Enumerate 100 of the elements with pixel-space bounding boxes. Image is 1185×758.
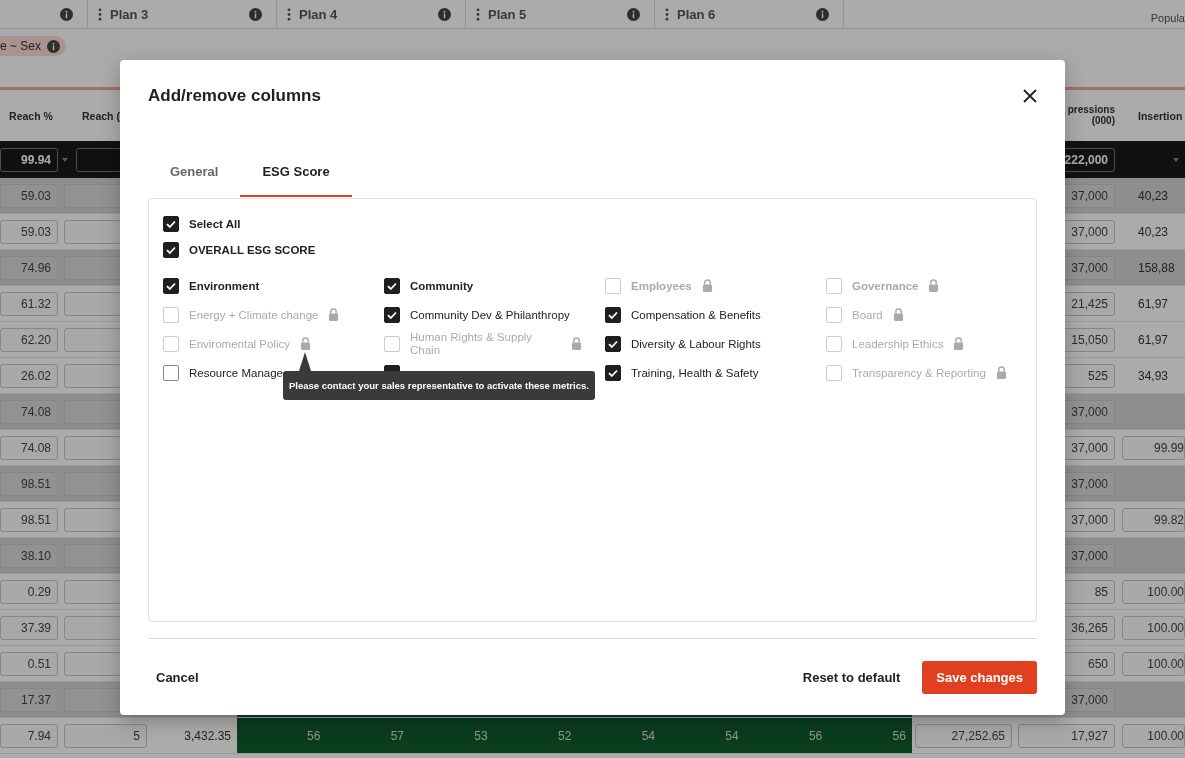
- column-menu-icon[interactable]: [665, 7, 669, 21]
- column-header[interactable]: Reach (: [82, 109, 120, 122]
- info-icon[interactable]: [627, 7, 640, 21]
- checkbox[interactable]: [605, 306, 621, 323]
- checkbox-label: Board: [852, 308, 883, 321]
- checkbox-label: Employees: [631, 279, 692, 292]
- checkbox-label: Select All: [189, 217, 241, 230]
- table-cell: 56: [808, 728, 823, 743]
- checkbox[interactable]: [384, 277, 400, 294]
- reset-button[interactable]: Reset to default: [794, 661, 909, 693]
- checkbox[interactable]: [605, 364, 621, 381]
- checkbox-label: Leadership Ethics: [852, 337, 944, 350]
- caret-icon[interactable]: [1173, 157, 1179, 162]
- column-menu-icon[interactable]: [98, 7, 102, 21]
- info-icon[interactable]: [47, 39, 61, 53]
- value-field[interactable]: 7.94: [0, 723, 58, 748]
- lock-icon[interactable]: [571, 337, 582, 351]
- value-field[interactable]: 17,927: [1018, 723, 1115, 748]
- table-cell: 54: [725, 728, 739, 743]
- value-field[interactable]: 0.51: [0, 651, 58, 676]
- value-field[interactable]: 99.94: [0, 147, 58, 172]
- value-field[interactable]: 98.51: [0, 507, 58, 532]
- value-field[interactable]: 100.00: [1122, 723, 1185, 748]
- value-field[interactable]: 99.99: [1122, 435, 1185, 460]
- checkbox-label: Diversity & Labour Rights: [631, 337, 761, 350]
- column-menu-icon[interactable]: [476, 7, 480, 21]
- value-field[interactable]: 59.03: [0, 183, 58, 208]
- info-icon[interactable]: [816, 7, 829, 21]
- table-cell: 52: [557, 728, 572, 743]
- value-field[interactable]: 0.29: [0, 579, 58, 604]
- lock-icon[interactable]: [300, 337, 311, 351]
- value-field[interactable]: 100.00: [1122, 579, 1185, 604]
- value-field[interactable]: 62.20: [0, 327, 58, 352]
- table-cell: 3,432.35: [184, 728, 231, 743]
- checkbox[interactable]: [163, 241, 179, 258]
- column-header[interactable]: pressions (000): [1067, 104, 1115, 126]
- value-field[interactable]: 74.96: [0, 255, 58, 280]
- dialog-title: Add/remove columns: [148, 85, 321, 106]
- checkbox-label: Training, Health & Safety: [631, 366, 759, 379]
- value-field[interactable]: 5: [64, 723, 147, 748]
- checkbox[interactable]: [163, 215, 179, 232]
- plan-header: Plan 6: [677, 6, 717, 22]
- tab[interactable]: General: [148, 148, 241, 197]
- value-field[interactable]: 59.03: [0, 219, 58, 244]
- value-field[interactable]: 17.37: [0, 687, 58, 712]
- checkbox-label: Community Dev & Philanthropy: [410, 308, 570, 321]
- table-cell: 54: [641, 728, 655, 743]
- checkbox[interactable]: [163, 364, 179, 381]
- checkbox-label: Enviromental Policy: [189, 337, 290, 350]
- lock-icon[interactable]: [995, 366, 1007, 380]
- checkbox-label: Compensation & Benefits: [631, 308, 761, 321]
- checkbox-label: Governance: [852, 279, 919, 292]
- value-field[interactable]: 99.82: [1122, 507, 1185, 532]
- lock-icon[interactable]: [328, 308, 340, 322]
- checkbox-label: Human Rights & Supply Chain: [410, 331, 534, 357]
- tooltip: Please contact your sales representative to activate these metrics.: [283, 371, 595, 401]
- table-cell: 40,23: [1138, 188, 1169, 203]
- value-field[interactable]: 98.51: [0, 471, 58, 496]
- lock-icon[interactable]: [928, 279, 940, 293]
- checkbox[interactable]: [605, 335, 621, 352]
- table-cell: 40,23: [1138, 224, 1169, 239]
- checkbox[interactable]: [384, 306, 400, 323]
- value-field[interactable]: 100.00: [1122, 615, 1185, 640]
- value-field[interactable]: 61.32: [0, 291, 58, 316]
- checkbox[interactable]: [163, 277, 179, 294]
- value-field[interactable]: 37.39: [0, 615, 58, 640]
- column-note: Popula: [1150, 12, 1185, 24]
- checkbox-label: Resource Manage: [189, 366, 283, 379]
- save-button[interactable]: Save changes: [922, 660, 1037, 694]
- plan-header: Plan 3: [110, 6, 150, 22]
- value-field[interactable]: 26.02: [0, 363, 58, 388]
- value-field[interactable]: 100.00: [1122, 651, 1185, 676]
- table-cell: 53: [474, 728, 488, 743]
- lock-icon[interactable]: [701, 279, 713, 293]
- filter-chip[interactable]: e ~ Sex: [0, 36, 67, 56]
- column-header[interactable]: Reach %: [9, 109, 53, 122]
- column-menu-icon[interactable]: [287, 7, 291, 21]
- table-cell: 61,97: [1138, 296, 1169, 311]
- value-field[interactable]: 74.08: [0, 399, 58, 424]
- lock-icon[interactable]: [892, 308, 904, 322]
- table-cell: 61,97: [1138, 332, 1169, 347]
- info-icon[interactable]: [249, 7, 262, 21]
- plan-header: Plan 4: [299, 6, 339, 22]
- caret-icon[interactable]: [62, 157, 68, 162]
- cancel-button[interactable]: Cancel: [148, 661, 207, 693]
- value-field[interactable]: 27,252.65: [915, 723, 1012, 748]
- table-cell: 56: [892, 728, 906, 743]
- tab[interactable]: ESG Score: [240, 148, 352, 197]
- checkbox-label: Environment: [189, 279, 260, 292]
- value-field[interactable]: 38.10: [0, 543, 58, 568]
- checkbox-label: Energy + Climate change: [189, 308, 319, 321]
- info-icon[interactable]: [60, 7, 73, 21]
- info-icon[interactable]: [438, 7, 451, 21]
- value-field[interactable]: 74.08: [0, 435, 58, 460]
- checkbox-label: OVERALL ESG SCORE: [189, 243, 316, 256]
- close-icon[interactable]: [1023, 88, 1037, 103]
- column-header[interactable]: Insertion: [1138, 109, 1183, 122]
- lock-icon[interactable]: [953, 337, 965, 351]
- table-cell: 56: [307, 728, 321, 743]
- plan-header: Plan 5: [488, 6, 528, 22]
